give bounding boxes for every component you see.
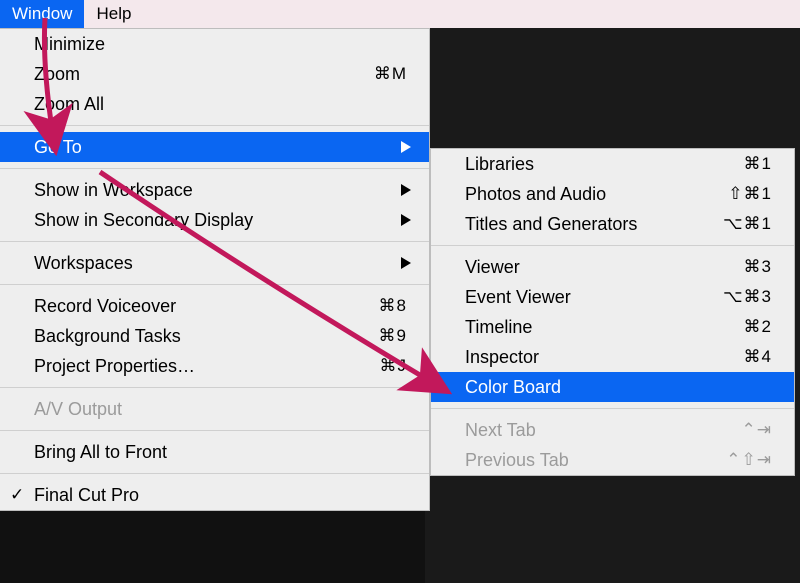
separator bbox=[0, 473, 429, 474]
menu-zoom-all[interactable]: Zoom All bbox=[0, 89, 429, 119]
submenu-libraries-shortcut: ⌘1 bbox=[702, 154, 772, 174]
submenu-inspector[interactable]: Inspector ⌘4 bbox=[431, 342, 794, 372]
submenu-event-viewer-label: Event Viewer bbox=[465, 287, 702, 308]
separator bbox=[0, 284, 429, 285]
submenu-titles-generators-label: Titles and Generators bbox=[465, 214, 702, 235]
menu-bring-all-front[interactable]: Bring All to Front bbox=[0, 437, 429, 467]
menu-show-secondary[interactable]: Show in Secondary Display bbox=[0, 205, 429, 235]
menubar-help-label: Help bbox=[96, 4, 131, 24]
separator bbox=[431, 245, 794, 246]
menu-record-voiceover-shortcut: ⌘8 bbox=[337, 296, 407, 316]
submenu-arrow-icon bbox=[401, 257, 411, 269]
submenu-inspector-shortcut: ⌘4 bbox=[702, 347, 772, 367]
go-to-submenu: Libraries ⌘1 Photos and Audio ⇧⌘1 Titles… bbox=[430, 148, 795, 476]
submenu-timeline-label: Timeline bbox=[465, 317, 702, 338]
separator bbox=[0, 430, 429, 431]
menu-final-cut-pro[interactable]: ✓ Final Cut Pro bbox=[0, 480, 429, 510]
menu-final-cut-pro-label: Final Cut Pro bbox=[34, 485, 407, 506]
menu-av-output: A/V Output bbox=[0, 394, 429, 424]
menu-show-workspace-label: Show in Workspace bbox=[34, 180, 407, 201]
submenu-photos-audio-label: Photos and Audio bbox=[465, 184, 702, 205]
submenu-previous-tab-label: Previous Tab bbox=[465, 450, 702, 471]
menu-zoom-label: Zoom bbox=[34, 64, 337, 85]
submenu-event-viewer[interactable]: Event Viewer ⌥⌘3 bbox=[431, 282, 794, 312]
submenu-inspector-label: Inspector bbox=[465, 347, 702, 368]
submenu-previous-tab: Previous Tab ⌃⇧⇥ bbox=[431, 445, 794, 475]
submenu-viewer-label: Viewer bbox=[465, 257, 702, 278]
menubar-window[interactable]: Window bbox=[0, 0, 84, 28]
separator bbox=[0, 387, 429, 388]
menubar-help[interactable]: Help bbox=[84, 0, 143, 28]
menu-zoom-shortcut: ⌘M bbox=[337, 64, 407, 84]
submenu-viewer[interactable]: Viewer ⌘3 bbox=[431, 252, 794, 282]
separator bbox=[0, 241, 429, 242]
menu-workspaces[interactable]: Workspaces bbox=[0, 248, 429, 278]
submenu-next-tab: Next Tab ⌃⇥ bbox=[431, 415, 794, 445]
submenu-titles-generators-shortcut: ⌥⌘1 bbox=[702, 214, 772, 234]
menu-workspaces-label: Workspaces bbox=[34, 253, 407, 274]
menu-project-properties-shortcut: ⌘J bbox=[337, 356, 407, 376]
menu-zoom-all-label: Zoom All bbox=[34, 94, 407, 115]
submenu-timeline-shortcut: ⌘2 bbox=[702, 317, 772, 337]
menu-show-workspace[interactable]: Show in Workspace bbox=[0, 175, 429, 205]
submenu-libraries[interactable]: Libraries ⌘1 bbox=[431, 149, 794, 179]
submenu-timeline[interactable]: Timeline ⌘2 bbox=[431, 312, 794, 342]
submenu-titles-generators[interactable]: Titles and Generators ⌥⌘1 bbox=[431, 209, 794, 239]
menubar-window-label: Window bbox=[12, 4, 72, 24]
submenu-libraries-label: Libraries bbox=[465, 154, 702, 175]
submenu-photos-audio-shortcut: ⇧⌘1 bbox=[702, 184, 772, 204]
menu-zoom[interactable]: Zoom ⌘M bbox=[0, 59, 429, 89]
submenu-color-board[interactable]: Color Board bbox=[431, 372, 794, 402]
menu-background-tasks-shortcut: ⌘9 bbox=[337, 326, 407, 346]
submenu-next-tab-label: Next Tab bbox=[465, 420, 702, 441]
submenu-next-tab-shortcut: ⌃⇥ bbox=[702, 420, 772, 440]
menu-minimize-label: Minimize bbox=[34, 34, 407, 55]
separator bbox=[0, 125, 429, 126]
submenu-photos-audio[interactable]: Photos and Audio ⇧⌘1 bbox=[431, 179, 794, 209]
menu-go-to-label: Go To bbox=[34, 137, 407, 158]
submenu-arrow-icon bbox=[401, 141, 411, 153]
submenu-previous-tab-shortcut: ⌃⇧⇥ bbox=[702, 450, 772, 470]
menu-av-output-label: A/V Output bbox=[34, 399, 407, 420]
menu-record-voiceover[interactable]: Record Voiceover ⌘8 bbox=[0, 291, 429, 321]
menu-project-properties-label: Project Properties… bbox=[34, 356, 337, 377]
submenu-arrow-icon bbox=[401, 214, 411, 226]
separator bbox=[0, 168, 429, 169]
menu-bring-all-front-label: Bring All to Front bbox=[34, 442, 407, 463]
menu-project-properties[interactable]: Project Properties… ⌘J bbox=[0, 351, 429, 381]
checkmark-icon: ✓ bbox=[10, 485, 24, 505]
menu-background-tasks-label: Background Tasks bbox=[34, 326, 337, 347]
submenu-arrow-icon bbox=[401, 184, 411, 196]
submenu-event-viewer-shortcut: ⌥⌘3 bbox=[702, 287, 772, 307]
menubar: Window Help bbox=[0, 0, 800, 28]
submenu-viewer-shortcut: ⌘3 bbox=[702, 257, 772, 277]
menu-record-voiceover-label: Record Voiceover bbox=[34, 296, 337, 317]
menu-background-tasks[interactable]: Background Tasks ⌘9 bbox=[0, 321, 429, 351]
menu-show-secondary-label: Show in Secondary Display bbox=[34, 210, 407, 231]
window-dropdown: Minimize Zoom ⌘M Zoom All Go To Show in … bbox=[0, 28, 430, 511]
separator bbox=[431, 408, 794, 409]
menu-minimize[interactable]: Minimize bbox=[0, 29, 429, 59]
submenu-color-board-label: Color Board bbox=[465, 377, 772, 398]
menu-go-to[interactable]: Go To bbox=[0, 132, 429, 162]
